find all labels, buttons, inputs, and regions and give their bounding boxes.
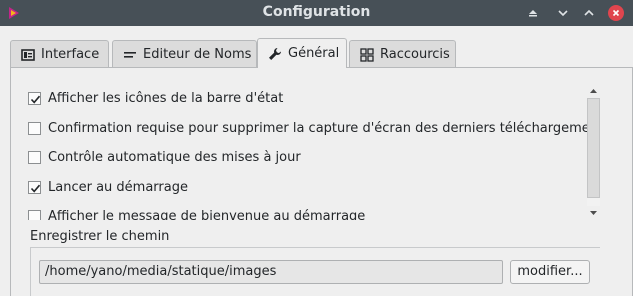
tab-interface[interactable]: Interface [10,40,109,68]
option-show-welcome[interactable]: Afficher le message de bienvenue au déma… [28,207,365,220]
scroll-up-icon[interactable] [587,84,600,98]
options-scrollbar[interactable] [587,84,600,220]
option-label: Contrôle automatique des mises à jour [48,149,301,165]
title-bar: Configuration [0,0,633,26]
checkbox[interactable] [28,91,41,105]
tab-name-editor[interactable]: Editeur de Noms [112,40,257,68]
checkmark-icon [30,184,41,193]
tab-label: Editeur de Noms [143,47,252,62]
options-list: Afficher les icônes de la barre d'état C… [28,84,588,220]
keep-above-icon[interactable] [525,5,541,21]
checkbox[interactable] [28,209,41,220]
checkbox[interactable] [28,121,41,135]
checkbox[interactable] [28,150,41,164]
option-confirm-delete[interactable]: Confirmation requise pour supprimer la c… [28,119,588,137]
minimize-icon[interactable] [555,5,571,21]
maximize-icon[interactable] [581,5,597,21]
scroll-down-icon[interactable] [587,206,600,220]
modify-path-button[interactable]: modifier... [510,260,590,284]
tab-label: Interface [41,47,100,62]
option-show-tray-icons[interactable]: Afficher les icônes de la barre d'état [28,89,283,107]
checkbox[interactable] [28,180,41,194]
close-button[interactable] [608,5,624,21]
wrench-icon [269,47,281,60]
option-label: Afficher le message de bienvenue au déma… [48,208,366,221]
tab-label: Raccourcis [380,47,450,62]
list-icon [124,51,136,58]
option-label: Lancer au démarrage [48,179,188,195]
tab-label: Général [288,46,340,61]
save-path-label: Enregistrer le chemin [30,229,170,244]
tab-general[interactable]: Général [257,38,347,68]
option-label: Afficher les icônes de la barre d'état [48,90,284,106]
option-launch-at-startup[interactable]: Lancer au démarrage [28,178,188,196]
scrollbar-handle[interactable] [587,98,600,198]
tab-shortcuts[interactable]: Raccourcis [349,40,456,68]
grid-icon [360,47,374,62]
save-path-input[interactable]: /home/yano/media/statique/images [39,260,503,284]
interface-icon [21,48,35,61]
close-icon [612,9,620,17]
option-auto-update-check[interactable]: Contrôle automatique des mises à jour [28,148,301,166]
option-label: Confirmation requise pour supprimer la c… [48,120,588,136]
checkmark-icon [30,95,41,104]
